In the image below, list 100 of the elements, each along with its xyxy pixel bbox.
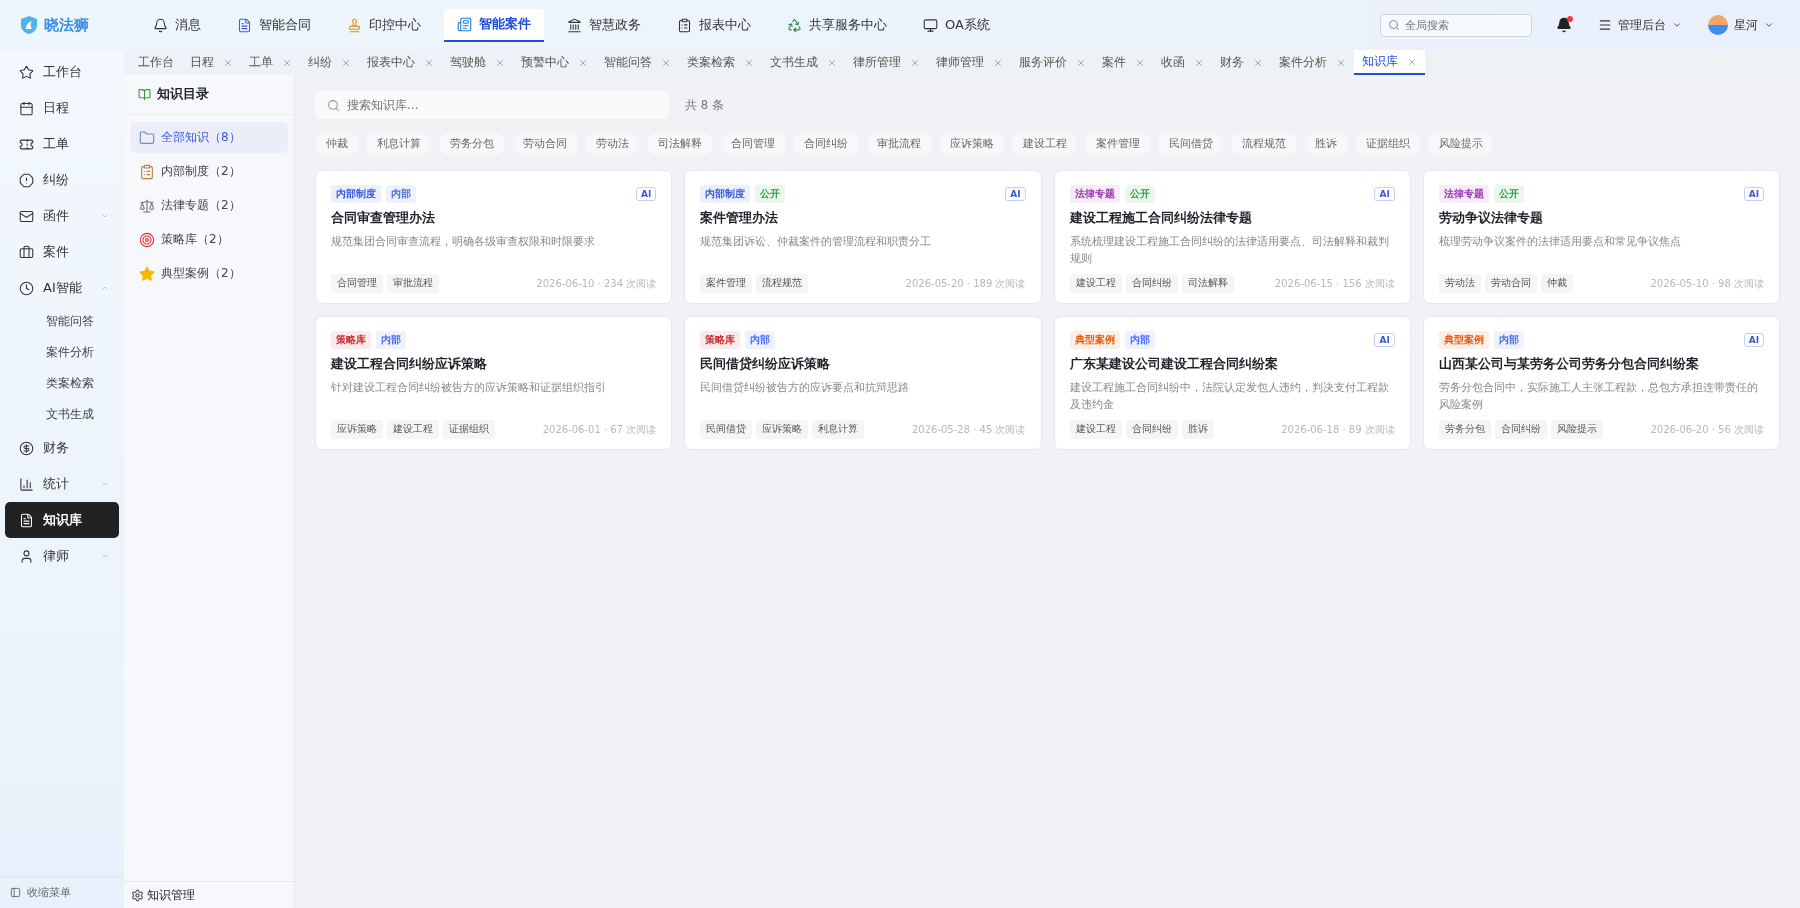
tab[interactable]: 驾驶舱 — [442, 50, 513, 75]
nav-item[interactable]: 智慧政务 — [554, 8, 654, 42]
close-icon[interactable] — [1253, 57, 1263, 68]
tab[interactable]: 律所管理 — [845, 50, 928, 75]
sidebar-item[interactable]: 日程 — [5, 90, 119, 126]
sidebar-item[interactable]: 知识库 — [5, 502, 119, 538]
close-icon[interactable] — [1407, 56, 1417, 67]
sidebar-item[interactable]: 财务 — [5, 430, 119, 466]
sidebar-subitem[interactable]: 智能问答 — [0, 306, 124, 337]
notification-bell-icon[interactable] — [1556, 17, 1572, 33]
sidebar-item[interactable]: 纠纷 — [5, 162, 119, 198]
catalog-item[interactable]: 内部制度（2） — [130, 156, 288, 187]
global-search-field[interactable]: 全局搜索 — [1380, 13, 1532, 37]
nav-item[interactable]: 消息 — [140, 8, 214, 42]
close-icon[interactable] — [424, 57, 434, 68]
sidebar-item[interactable]: 律师 — [5, 538, 119, 574]
ai-badge[interactable]: AI — [635, 187, 657, 201]
knowledge-card[interactable]: 典型案例 内部 AI 广东某建设公司建设工程合同纠纷案 建设工程施工合同纠纷中，法院认定发包人违约，判决支付工程款及违约金 建设工程 合同纠纷 胜诉 2026-06-18 · 89 次阅读 — [1053, 316, 1411, 450]
sidebar-subitem[interactable]: 类案检索 — [0, 368, 124, 399]
tab[interactable]: 文书生成 — [762, 50, 845, 75]
tab[interactable]: 智能问答 — [596, 50, 679, 75]
close-icon[interactable] — [1076, 57, 1086, 68]
sidebar-subitem[interactable]: 案件分析 — [0, 337, 124, 368]
nav-item[interactable]: 报表中心 — [664, 8, 764, 42]
knowledge-card[interactable]: 策略库 内部 民间借贷纠纷应诉策略 民间借贷纠纷被告方的应诉要点和抗辩思路 民间借贷 应诉策略 利息计算 2026-05-28 · 45 次阅读 — [684, 316, 1042, 450]
nav-item[interactable]: 智能合同 — [224, 8, 324, 42]
footer-label[interactable]: 知识管理 — [147, 886, 195, 904]
tag-filter[interactable]: 案件管理 — [1085, 133, 1151, 155]
knowledge-search-field[interactable]: 搜索知识库... — [315, 91, 669, 119]
tab[interactable]: 日程 — [182, 50, 241, 75]
knowledge-card[interactable]: 典型案例 内部 AI 山西某公司与某劳务公司劳务分包合同纠纷案 劳务分包合同中，实际施工人主张工程款，总包方承担连带责任的风险案例 劳务分包 合同纠纷 风险提示 2026-06-20 · 56 次阅读 — [1422, 316, 1780, 450]
ai-badge[interactable]: AI — [1374, 187, 1395, 201]
close-icon[interactable] — [578, 57, 588, 68]
tag-filter[interactable]: 劳动法 — [585, 133, 640, 155]
close-icon[interactable] — [910, 57, 920, 68]
nav-item[interactable]: OA系统 — [910, 8, 1003, 42]
tag-filter[interactable]: 胜诉 — [1304, 133, 1348, 155]
tag-filter[interactable]: 利息计算 — [366, 133, 432, 155]
sidebar-item[interactable]: 工单 — [5, 126, 119, 162]
sidebar-subitem[interactable]: 文书生成 — [0, 399, 124, 430]
close-icon[interactable] — [223, 57, 233, 68]
ai-badge[interactable]: AI — [1005, 187, 1026, 201]
sidebar-item[interactable]: 统计 — [5, 466, 119, 502]
tab[interactable]: 案件分析 — [1271, 50, 1354, 75]
tag-filter[interactable]: 民间借贷 — [1158, 133, 1224, 155]
user-menu[interactable]: 星河 — [1708, 15, 1774, 35]
tag-filter[interactable]: 流程规范 — [1231, 133, 1297, 155]
close-icon[interactable] — [1336, 57, 1346, 68]
tag-filter[interactable]: 合同纠纷 — [793, 133, 859, 155]
knowledge-card[interactable]: 法律专题 公开 AI 建设工程施工合同纠纷法律专题 系统梳理建设工程施工合同纠纷的法律适用要点、司法解释和裁判规则 建设工程 合同纠纷 司法解释 2026-06-15 · 156 次阅读 — [1053, 170, 1411, 304]
close-icon[interactable] — [1135, 57, 1145, 68]
ai-badge[interactable]: AI — [1743, 333, 1764, 347]
catalog-item[interactable]: 策略库（2） — [130, 224, 288, 255]
nav-item[interactable]: 共享服务中心 — [774, 8, 900, 42]
close-icon[interactable] — [495, 57, 505, 68]
tag-filter[interactable]: 应诉策略 — [939, 133, 1005, 155]
ai-badge[interactable]: AI — [1743, 187, 1764, 201]
sidebar-item[interactable]: AI智能 — [5, 270, 119, 306]
tag-filter[interactable]: 劳务分包 — [439, 133, 505, 155]
close-icon[interactable] — [744, 57, 754, 68]
nav-item[interactable]: 智能案件 — [444, 8, 544, 42]
catalog-item[interactable]: 全部知识（8） — [130, 122, 288, 153]
knowledge-card[interactable]: 内部制度 内部 AI 合同审查管理办法 规范集团合同审查流程，明确各级审查权限和时限要求 合同管理 审批流程 2026-06-10 · 234 次阅读 — [315, 170, 673, 304]
tag-filter[interactable]: 建设工程 — [1012, 133, 1078, 155]
catalog-item[interactable]: 法律专题（2） — [130, 190, 288, 221]
tab[interactable]: 收函 — [1153, 50, 1212, 75]
tab[interactable]: 工作台 — [130, 50, 182, 75]
knowledge-card[interactable]: 内部制度 公开 AI 案件管理办法 规范集团诉讼、仲裁案件的管理流程和职责分工 案件管理 流程规范 2026-05-20 · 189 次阅读 — [684, 170, 1042, 304]
tag-filter[interactable]: 仲裁 — [315, 133, 359, 155]
tab[interactable]: 预警中心 — [513, 50, 596, 75]
ai-badge[interactable]: AI — [1374, 333, 1395, 347]
close-icon[interactable] — [282, 57, 292, 68]
tab[interactable]: 工单 — [241, 50, 300, 75]
tab[interactable]: 报表中心 — [359, 50, 442, 75]
tab[interactable]: 案件 — [1094, 50, 1153, 75]
close-icon[interactable] — [993, 57, 1003, 68]
close-icon[interactable] — [827, 57, 837, 68]
tag-filter[interactable]: 审批流程 — [866, 133, 932, 155]
settings-icon[interactable] — [131, 888, 144, 902]
catalog-item[interactable]: 典型案例（2） — [130, 258, 288, 289]
tag-filter[interactable]: 劳动合同 — [512, 133, 578, 155]
tag-filter[interactable]: 合同管理 — [720, 133, 786, 155]
tag-filter[interactable]: 司法解释 — [647, 133, 713, 155]
nav-item[interactable]: 印控中心 — [334, 8, 434, 42]
knowledge-card[interactable]: 策略库 内部 建设工程合同纠纷应诉策略 针对建设工程合同纠纷被告方的应诉策略和证据组织指引 应诉策略 建设工程 证据组织 2026-06-01 · 67 次阅读 — [315, 316, 673, 450]
tab[interactable]: 类案检索 — [679, 50, 762, 75]
sidebar-item[interactable]: 函件 — [5, 198, 119, 234]
sidebar-item[interactable]: 案件 — [5, 234, 119, 270]
admin-menu[interactable]: 管理后台 — [1598, 16, 1682, 34]
close-icon[interactable] — [1194, 57, 1204, 68]
knowledge-card[interactable]: 法律专题 公开 AI 劳动争议法律专题 梳理劳动争议案件的法律适用要点和常见争议焦点 劳动法 劳动合同 仲裁 2026-05-10 · 98 次阅读 — [1422, 170, 1780, 304]
tab[interactable]: 知识库 — [1354, 50, 1425, 75]
tag-filter[interactable]: 风险提示 — [1428, 133, 1494, 155]
tab[interactable]: 律师管理 — [928, 50, 1011, 75]
close-icon[interactable] — [341, 57, 351, 68]
tab[interactable]: 服务评价 — [1011, 50, 1094, 75]
sidebar-item[interactable]: 工作台 — [5, 54, 119, 90]
close-icon[interactable] — [661, 57, 671, 68]
tab[interactable]: 纠纷 — [300, 50, 359, 75]
tag-filter[interactable]: 证据组织 — [1355, 133, 1421, 155]
